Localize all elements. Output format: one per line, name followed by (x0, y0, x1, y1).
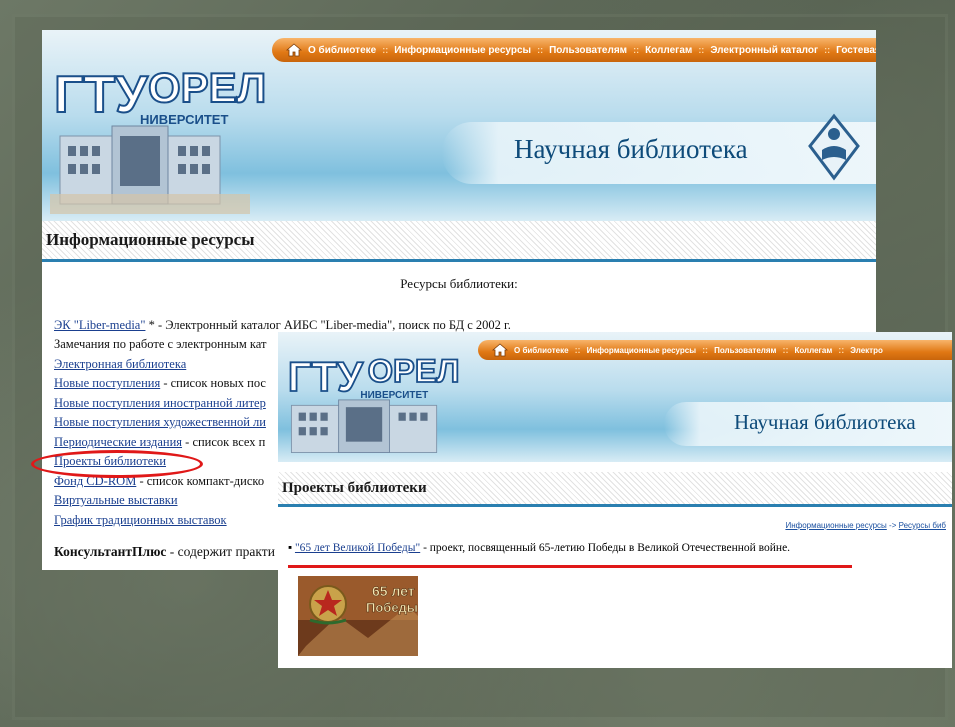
nav-item-guestbook[interactable]: Гостевая (836, 45, 876, 56)
link-liber-media[interactable]: ЭК "Liber-media" (54, 318, 145, 332)
nav-item-info-resources[interactable]: Информационные ресурсы (587, 346, 697, 355)
nav-separator: :: (782, 345, 789, 355)
logo-gtu-text: ГТУ (288, 353, 364, 400)
logo-gtu-text: ГТУ (54, 66, 148, 124)
breadcrumb: Информационные ресурсы -> Ресурсы биб (278, 507, 952, 530)
victory-project-image[interactable]: 65 лет Победы (298, 576, 418, 656)
university-logo: ГТУ ОРЕЛ НИВЕРСИТЕТ (287, 351, 460, 454)
nav-separator: :: (824, 45, 831, 55)
home-icon[interactable] (286, 43, 302, 57)
nav-separator: :: (702, 345, 709, 355)
nav-separator: :: (574, 345, 581, 355)
site-title: Научная библиотека (514, 134, 748, 164)
logo-city-text: ОРЕЛ (368, 352, 460, 389)
link-periodicals[interactable]: Периодические издания (54, 435, 182, 449)
item-description: - список всех п (182, 434, 266, 449)
link-new-fiction[interactable]: Новые поступления художественной ли (54, 415, 266, 429)
highlight-ellipse (31, 450, 203, 478)
item-description: * - Электронный каталог АИБС "Liber-medi… (145, 317, 511, 332)
consultant-plus-label[interactable]: КонсультантПлюс (54, 544, 166, 559)
university-logo: ГТУ ОРЕЛ НИВЕРСИТЕТ (50, 63, 267, 214)
site-title: Научная библиотека (734, 410, 916, 434)
home-icon[interactable] (492, 343, 508, 357)
library-emblem-icon (808, 113, 860, 181)
link-65-years-victory[interactable]: "65 лет Великой Победы" (295, 542, 420, 554)
nav-separator: :: (838, 345, 845, 355)
nav-item-info-resources[interactable]: Информационные ресурсы (394, 45, 531, 56)
item-description: - проект, посвященный 65-летию Победы в … (420, 542, 791, 554)
section-heading: Информационные ресурсы (42, 221, 876, 262)
bullet-icon: ▪ (288, 542, 293, 554)
nav-separator: :: (382, 45, 389, 55)
top-navigation: О библиотеке :: Информационные ресурсы :… (272, 38, 876, 62)
link-electronic-library[interactable]: Электронная библиотека (54, 357, 186, 371)
site-header: О библиотеке :: Информационные ресурсы :… (42, 30, 876, 221)
nav-item-about[interactable]: О библиотеке (308, 45, 376, 56)
image-caption-victory: Победы (366, 600, 418, 615)
nav-item-about[interactable]: О библиотеке (514, 346, 569, 355)
breadcrumb-separator: -> (886, 521, 899, 530)
nav-item-users[interactable]: Пользователям (549, 45, 627, 56)
top-navigation: О библиотеке :: Информационные ресурсы :… (478, 340, 952, 360)
site-header: О библиотеке :: Информационные ресурсы :… (278, 332, 952, 462)
image-caption-years: 65 лет (372, 583, 415, 599)
nav-separator: :: (633, 45, 640, 55)
breadcrumb-info-resources[interactable]: Информационные ресурсы (785, 521, 886, 530)
nav-item-colleagues[interactable]: Коллегам (645, 45, 692, 56)
link-new-foreign[interactable]: Новые поступления иностранной литер (54, 396, 266, 410)
logo-subtitle-text: НИВЕРСИТЕТ (140, 112, 228, 127)
resources-title: Ресурсы библиотеки: (400, 276, 518, 291)
nav-separator: :: (698, 45, 705, 55)
nav-item-users[interactable]: Пользователям (714, 346, 776, 355)
link-exhibition-schedule[interactable]: График традиционных выставок (54, 513, 227, 527)
item-description: - список новых пос (160, 376, 266, 390)
link-new-arrivals[interactable]: Новые поступления (54, 376, 160, 390)
link-virtual-exhibitions[interactable]: Виртуальные выставки (54, 493, 178, 507)
highlight-underline (288, 565, 852, 568)
nav-separator: :: (537, 45, 544, 55)
nav-item-catalog[interactable]: Электронный каталог (710, 45, 818, 56)
nav-item-catalog[interactable]: Электро (850, 346, 883, 355)
item-description: Замечания по работе с электронным кат (54, 337, 267, 351)
breadcrumb-library-resources[interactable]: Ресурсы биб (899, 521, 946, 530)
list-item: ▪ "65 лет Великой Победы" - проект, посв… (278, 530, 952, 554)
nav-item-colleagues[interactable]: Коллегам (794, 346, 832, 355)
item-description: - содержит практи (166, 544, 275, 559)
section-heading: Проекты библиотеки (278, 472, 952, 507)
logo-city-text: ОРЕЛ (148, 64, 266, 111)
logo-subtitle-text: НИВЕРСИТЕТ (360, 390, 428, 401)
screenshot-library-projects: О библиотеке :: Информационные ресурсы :… (278, 332, 952, 668)
